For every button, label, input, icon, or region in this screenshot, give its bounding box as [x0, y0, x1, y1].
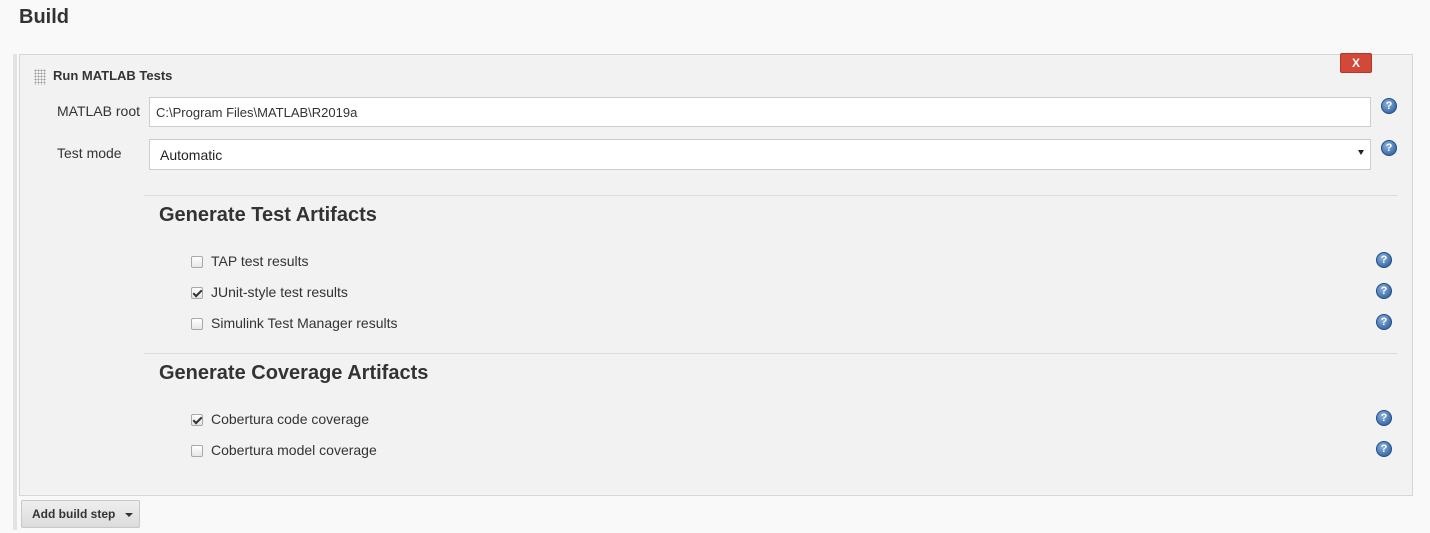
caret-down-icon [125, 513, 133, 517]
tap-results-checkbox[interactable] [191, 256, 203, 268]
checkbox-label[interactable]: Cobertura model coverage [211, 442, 377, 458]
divider [144, 353, 1397, 354]
test-mode-label: Test mode [57, 145, 122, 161]
help-icon[interactable]: ? [1381, 98, 1397, 114]
cobertura-code-checkbox[interactable] [191, 414, 203, 426]
checkmark-icon [192, 287, 203, 298]
section-title: Build [19, 6, 69, 28]
test-artifacts-heading: Generate Test Artifacts [159, 204, 377, 226]
dropdown-arrow-icon [1358, 150, 1364, 155]
help-icon[interactable]: ? [1376, 283, 1392, 299]
checkmark-icon [192, 414, 203, 425]
help-icon[interactable]: ? [1376, 252, 1392, 268]
add-build-step-button[interactable]: Add build step [21, 500, 140, 528]
help-icon[interactable]: ? [1376, 410, 1392, 426]
divider [144, 195, 1397, 196]
matlab-root-label: MATLAB root [57, 103, 140, 119]
help-icon[interactable]: ? [1376, 441, 1392, 457]
checkbox-label[interactable]: JUnit-style test results [211, 284, 348, 300]
add-build-step-label: Add build step [32, 507, 116, 521]
cobertura-model-checkbox[interactable] [191, 445, 203, 457]
coverage-artifacts-heading: Generate Coverage Artifacts [159, 362, 429, 384]
help-icon[interactable]: ? [1381, 140, 1397, 156]
test-mode-select[interactable]: Automatic [149, 139, 1371, 170]
delete-step-button[interactable]: X [1340, 53, 1372, 73]
help-icon[interactable]: ? [1376, 314, 1392, 330]
test-mode-selected-value: Automatic [160, 147, 223, 163]
junit-results-checkbox[interactable] [191, 287, 203, 299]
checkbox-label[interactable]: Simulink Test Manager results [211, 315, 397, 331]
step-left-bar [13, 54, 17, 530]
step-title: Run MATLAB Tests [53, 68, 173, 83]
checkbox-label[interactable]: TAP test results [211, 253, 309, 269]
simulink-results-checkbox[interactable] [191, 318, 203, 330]
checkbox-label[interactable]: Cobertura code coverage [211, 411, 369, 427]
matlab-root-input[interactable] [149, 97, 1371, 127]
drag-handle-icon[interactable] [34, 69, 46, 85]
